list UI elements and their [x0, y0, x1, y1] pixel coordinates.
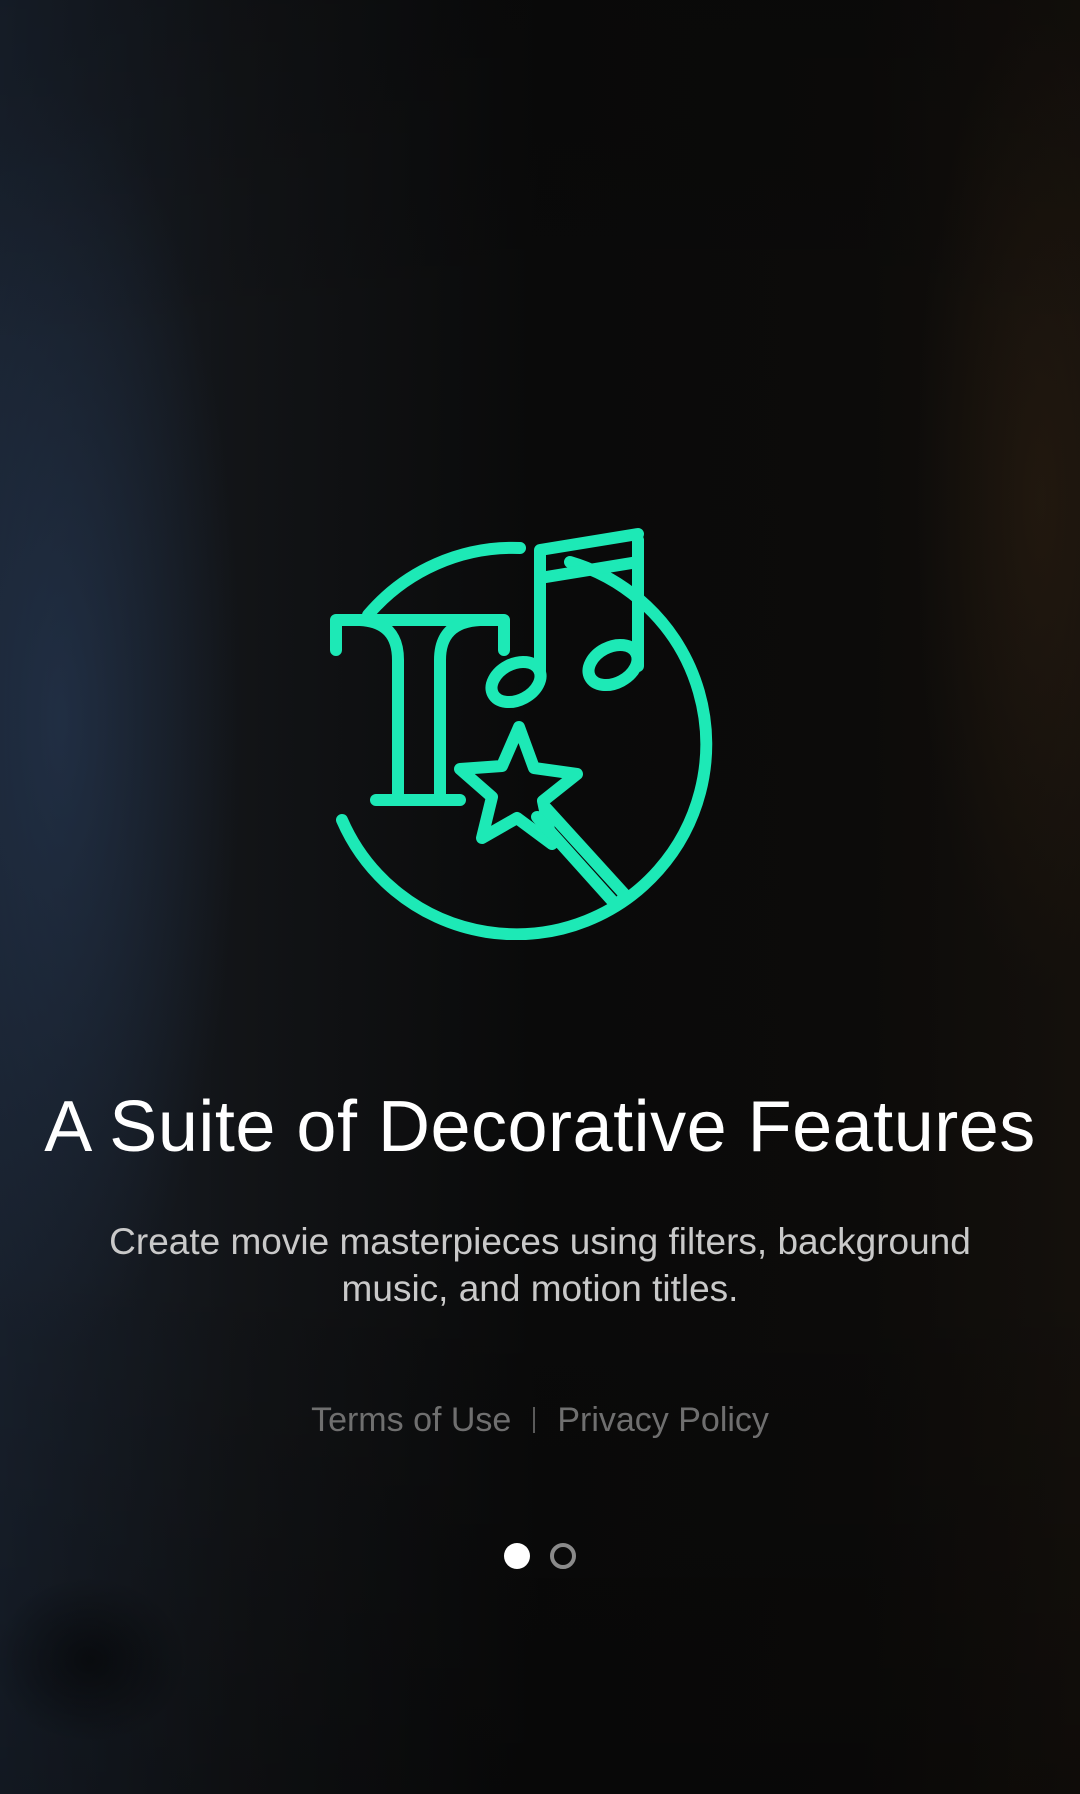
legal-links: Terms of Use Privacy Policy — [0, 1398, 1080, 1442]
feature-description: Create movie masterpieces using filters,… — [109, 1221, 971, 1309]
page-indicator — [0, 1543, 1080, 1569]
terms-of-use-link[interactable]: Terms of Use — [311, 1398, 511, 1442]
onboarding-screen: A Suite of Decorative Features Create mo… — [0, 0, 1080, 1794]
privacy-policy-link[interactable]: Privacy Policy — [557, 1398, 769, 1442]
page-title: A Suite of Decorative Features — [44, 1087, 1036, 1167]
page-dot-1-active[interactable] — [504, 1543, 530, 1569]
link-divider — [533, 1407, 536, 1433]
page-dot-2[interactable] — [550, 1543, 576, 1569]
text-music-magic-wand-icon — [320, 520, 760, 940]
